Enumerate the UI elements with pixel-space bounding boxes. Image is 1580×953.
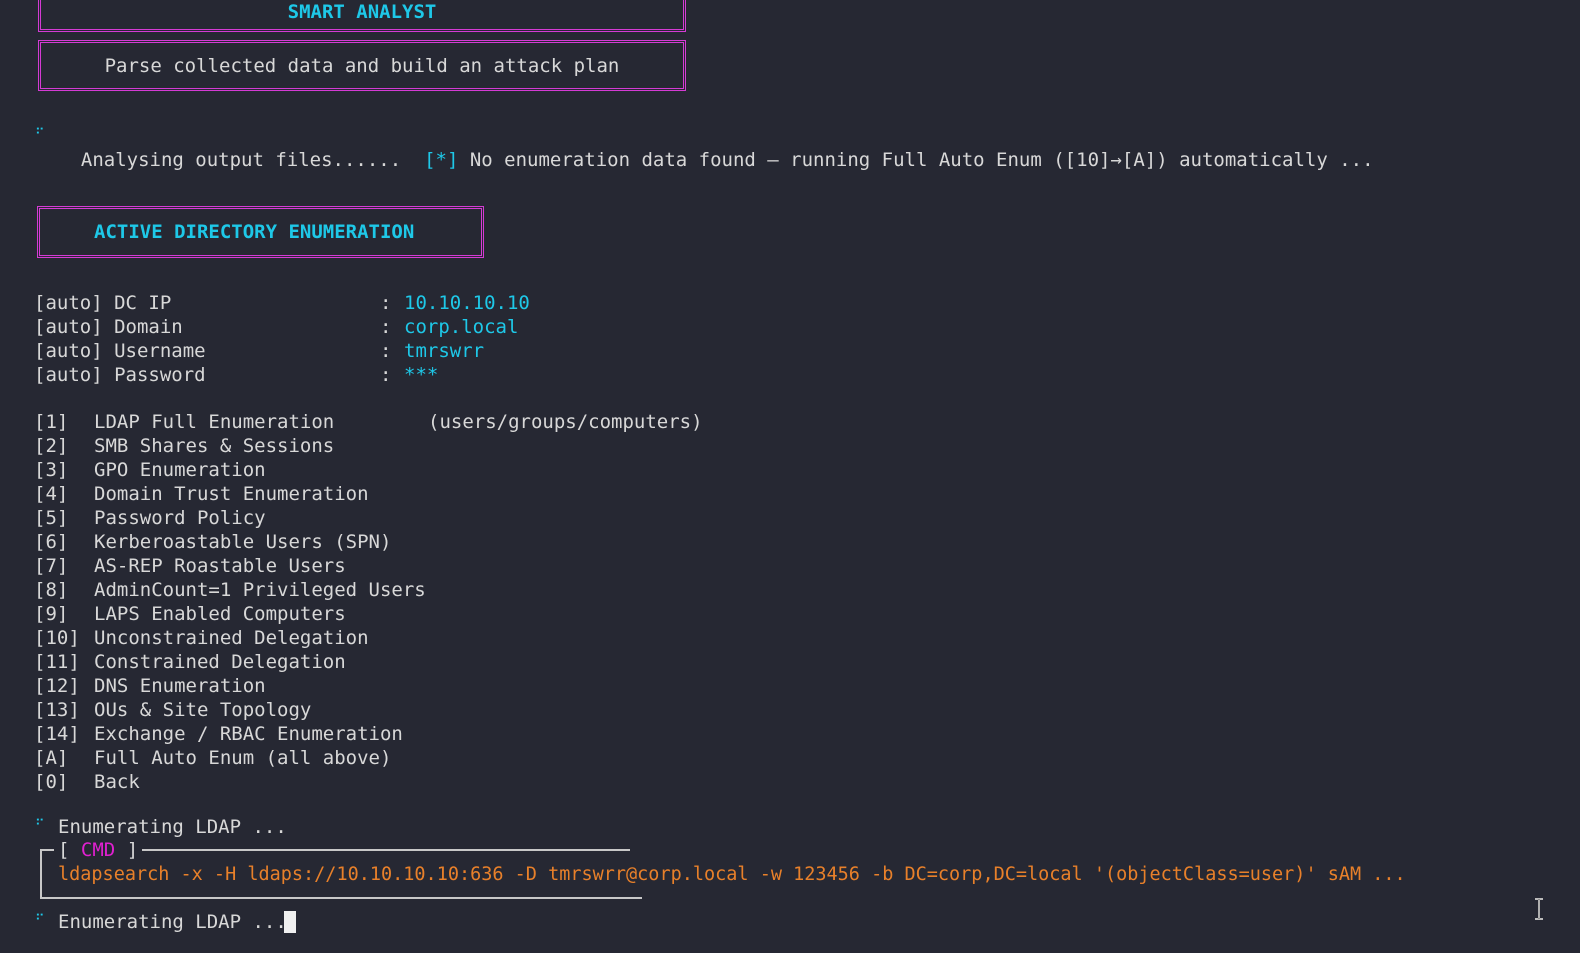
menu-item[interactable]: [2] bbox=[34, 434, 68, 458]
progress-line: Enumerating LDAP ... bbox=[58, 816, 287, 838]
menu-item[interactable]: [0] bbox=[34, 770, 68, 794]
smart-analyst-subtitle-box: Parse collected data and build an attack… bbox=[38, 40, 686, 91]
analysing-text: Analysing output files...... bbox=[80, 149, 402, 171]
menu-item[interactable]: [14] bbox=[34, 722, 80, 746]
spinner-icon: ⠋ bbox=[35, 127, 45, 142]
menu-item-label: GPO Enumeration bbox=[94, 459, 266, 481]
menu-item-label: LAPS Enabled Computers bbox=[94, 603, 346, 625]
auto-config-domain: [auto] Domain bbox=[34, 316, 183, 338]
menu-item[interactable]: [5] bbox=[34, 506, 68, 530]
menu-item[interactable]: [1] bbox=[34, 410, 68, 434]
spinner-icon: ⠋ bbox=[35, 818, 45, 833]
menu-item[interactable]: [11] bbox=[34, 650, 80, 674]
menu-item[interactable]: [12] bbox=[34, 674, 80, 698]
auto-config-separator: : bbox=[380, 316, 392, 338]
menu-item[interactable]: [6] bbox=[34, 530, 68, 554]
menu-item-label: SMB Shares & Sessions bbox=[94, 435, 335, 457]
text-cursor-icon bbox=[1535, 898, 1543, 920]
menu-item-label: Kerberoastable Users (SPN) bbox=[94, 531, 392, 553]
menu-item[interactable]: [13] bbox=[34, 698, 80, 722]
menu-item[interactable]: [9] bbox=[34, 602, 68, 626]
menu-item[interactable]: [8] bbox=[34, 578, 68, 602]
menu-item-label: AdminCount=1 Privileged Users bbox=[94, 579, 426, 601]
ad-enumeration-title: ACTIVE DIRECTORY ENUMERATION bbox=[94, 221, 415, 243]
cmd-box-header: [ CMD ] bbox=[54, 838, 143, 862]
menu-item-label: DNS Enumeration bbox=[94, 675, 266, 697]
auto-config-separator: : bbox=[380, 340, 392, 362]
menu-item-label: Unconstrained Delegation bbox=[94, 627, 369, 649]
menu-item-label: Domain Trust Enumeration bbox=[94, 483, 369, 505]
cmd-command-text: ldapsearch -x -H ldaps://10.10.10.10:636… bbox=[58, 864, 1406, 885]
menu-item[interactable]: [3] bbox=[34, 458, 68, 482]
smart-analyst-subtitle: Parse collected data and build an attack… bbox=[104, 54, 620, 77]
cmd-box-left-border bbox=[40, 849, 42, 899]
auto-config-value: 10.10.10.10 bbox=[404, 292, 530, 314]
menu-item-label: Exchange / RBAC Enumeration bbox=[94, 723, 403, 745]
menu-item-label: AS-REP Roastable Users bbox=[94, 555, 346, 577]
auto-config-password: [auto] Password bbox=[34, 364, 206, 386]
auto-config-value: corp.local bbox=[404, 316, 519, 338]
menu-item-label: Full Auto Enum (all above) bbox=[94, 747, 392, 769]
auto-config-dc-ip: [auto] DC IP bbox=[34, 292, 172, 314]
cmd-label: CMD bbox=[80, 839, 116, 861]
progress-line-current: Enumerating LDAP ... bbox=[58, 911, 287, 933]
analysing-status-line: Analysing output files...... [*] No enum… bbox=[58, 124, 1374, 172]
menu-item-label: OUs & Site Topology bbox=[94, 699, 312, 721]
menu-item-label: Constrained Delegation bbox=[94, 651, 346, 673]
terminal-cursor bbox=[284, 911, 296, 933]
cmd-box-bottom-border bbox=[40, 897, 642, 899]
spinner-icon: ⠋ bbox=[35, 913, 45, 928]
notice-prefix: [*] bbox=[424, 149, 459, 171]
smart-analyst-title: SMART ANALYST bbox=[287, 0, 437, 23]
auto-config-separator: : bbox=[380, 364, 392, 386]
menu-item-label: Password Policy bbox=[94, 507, 266, 529]
smart-analyst-title-box: SMART ANALYST bbox=[38, 0, 686, 32]
menu-item[interactable]: [10] bbox=[34, 626, 80, 650]
menu-item-label: Back bbox=[94, 771, 140, 793]
menu-item-note: (users/groups/computers) bbox=[428, 411, 703, 433]
menu-item[interactable]: [A] bbox=[34, 746, 68, 770]
menu-item-label: LDAP Full Enumeration bbox=[94, 411, 335, 433]
auto-config-value: tmrswrr bbox=[404, 340, 485, 362]
ad-enumeration-title-box: ACTIVE DIRECTORY ENUMERATION bbox=[37, 206, 484, 258]
auto-config-separator: : bbox=[380, 292, 392, 314]
menu-item[interactable]: [4] bbox=[34, 482, 68, 506]
auto-config-value: *** bbox=[404, 364, 439, 386]
menu-item[interactable]: [7] bbox=[34, 554, 68, 578]
auto-config-username: [auto] Username bbox=[34, 340, 206, 362]
notice-text: No enumeration data found — running Full… bbox=[469, 149, 1374, 171]
